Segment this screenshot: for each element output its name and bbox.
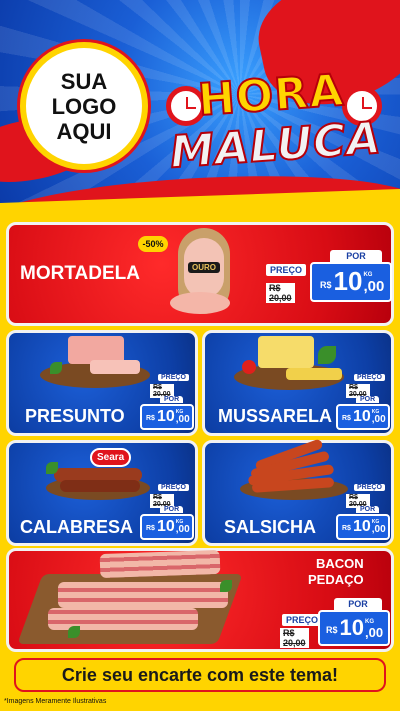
brand-badge: Seara [90,448,132,467]
preco-label: PREÇO [158,484,189,491]
preco-label: PREÇO [158,374,189,381]
discount-badge: -50% [138,236,168,252]
currency: R$ [342,525,351,532]
price-box: R$ 10 KG ,00 [140,514,194,540]
product-name: MORTADELA [20,263,140,284]
price-box: R$ 10 KG ,00 [140,404,194,430]
flyer-page: SUA LOGO AQUI HORA MALUCA MORTADELA -50%… [0,0,400,711]
logo-text: SUA LOGO AQUI [51,68,117,144]
currency: R$ [146,415,155,422]
product-name: SALSICHA [224,517,317,537]
price-cents: ,00 [371,524,386,535]
currency: R$ [326,625,338,635]
mortadela-image [170,228,240,320]
price-cents: ,00 [175,414,190,425]
product-name-line1: BACON [316,556,364,571]
por-label: POR [356,506,380,513]
por-label: POR [330,250,382,262]
price-box: R$ 10 KG ,00 [336,514,390,540]
por-label: POR [160,506,184,513]
currency: R$ [342,415,351,422]
product-name-line2: PEDAÇO [308,572,364,587]
price-cents: ,00 [371,414,386,425]
salsicha-image [240,438,350,502]
bacon-image [17,549,250,650]
por-label: POR [334,598,382,610]
price-cents: ,00 [365,625,384,640]
price-integer: 10 [352,518,371,535]
preco-label: PREÇO [282,614,323,626]
price-cents: ,00 [175,524,190,535]
product-name: CALABRESA [20,517,134,537]
product-name: MUSSARELA [218,406,333,426]
preco-label: PREÇO [266,264,307,276]
old-price: R$ 20,00 [266,283,295,303]
hora-maluca-title: HORA MALUCA [160,64,390,180]
price-cents: ,00 [363,278,385,295]
logo-placeholder[interactable]: SUA LOGO AQUI [20,42,148,170]
price-integer: 10 [339,615,364,640]
price-integer: 10 [352,408,371,425]
currency: R$ [146,525,155,532]
por-label: POR [356,396,380,403]
price-box: R$ 10 KG ,00 [336,404,390,430]
preco-label: PREÇO [354,374,385,381]
footer-disclaimer: *Imagens Meramente Ilustrativas [4,698,107,705]
brand-badge: OURO [188,262,220,273]
product-name: PRESUNTO [25,406,125,426]
price-integer: 10 [156,408,175,425]
header-banner: SUA LOGO AQUI HORA MALUCA [0,0,400,210]
cta-bar[interactable]: Crie seu encarte com este tema! [14,658,386,692]
cta-text: Crie seu encarte com este tema! [61,664,339,685]
price-integer: 10 [156,518,175,535]
por-label: POR [160,396,184,403]
price-box: R$ 10 KG ,00 [318,610,390,646]
preco-label: PREÇO [354,484,385,491]
mussarela-image [234,334,350,392]
old-price: R$ 20,00 [280,628,309,648]
currency: R$ [320,280,332,290]
presunto-image [40,336,150,392]
price-box: R$ 10 KG ,00 [310,262,392,302]
price-integer: 10 [333,266,363,296]
